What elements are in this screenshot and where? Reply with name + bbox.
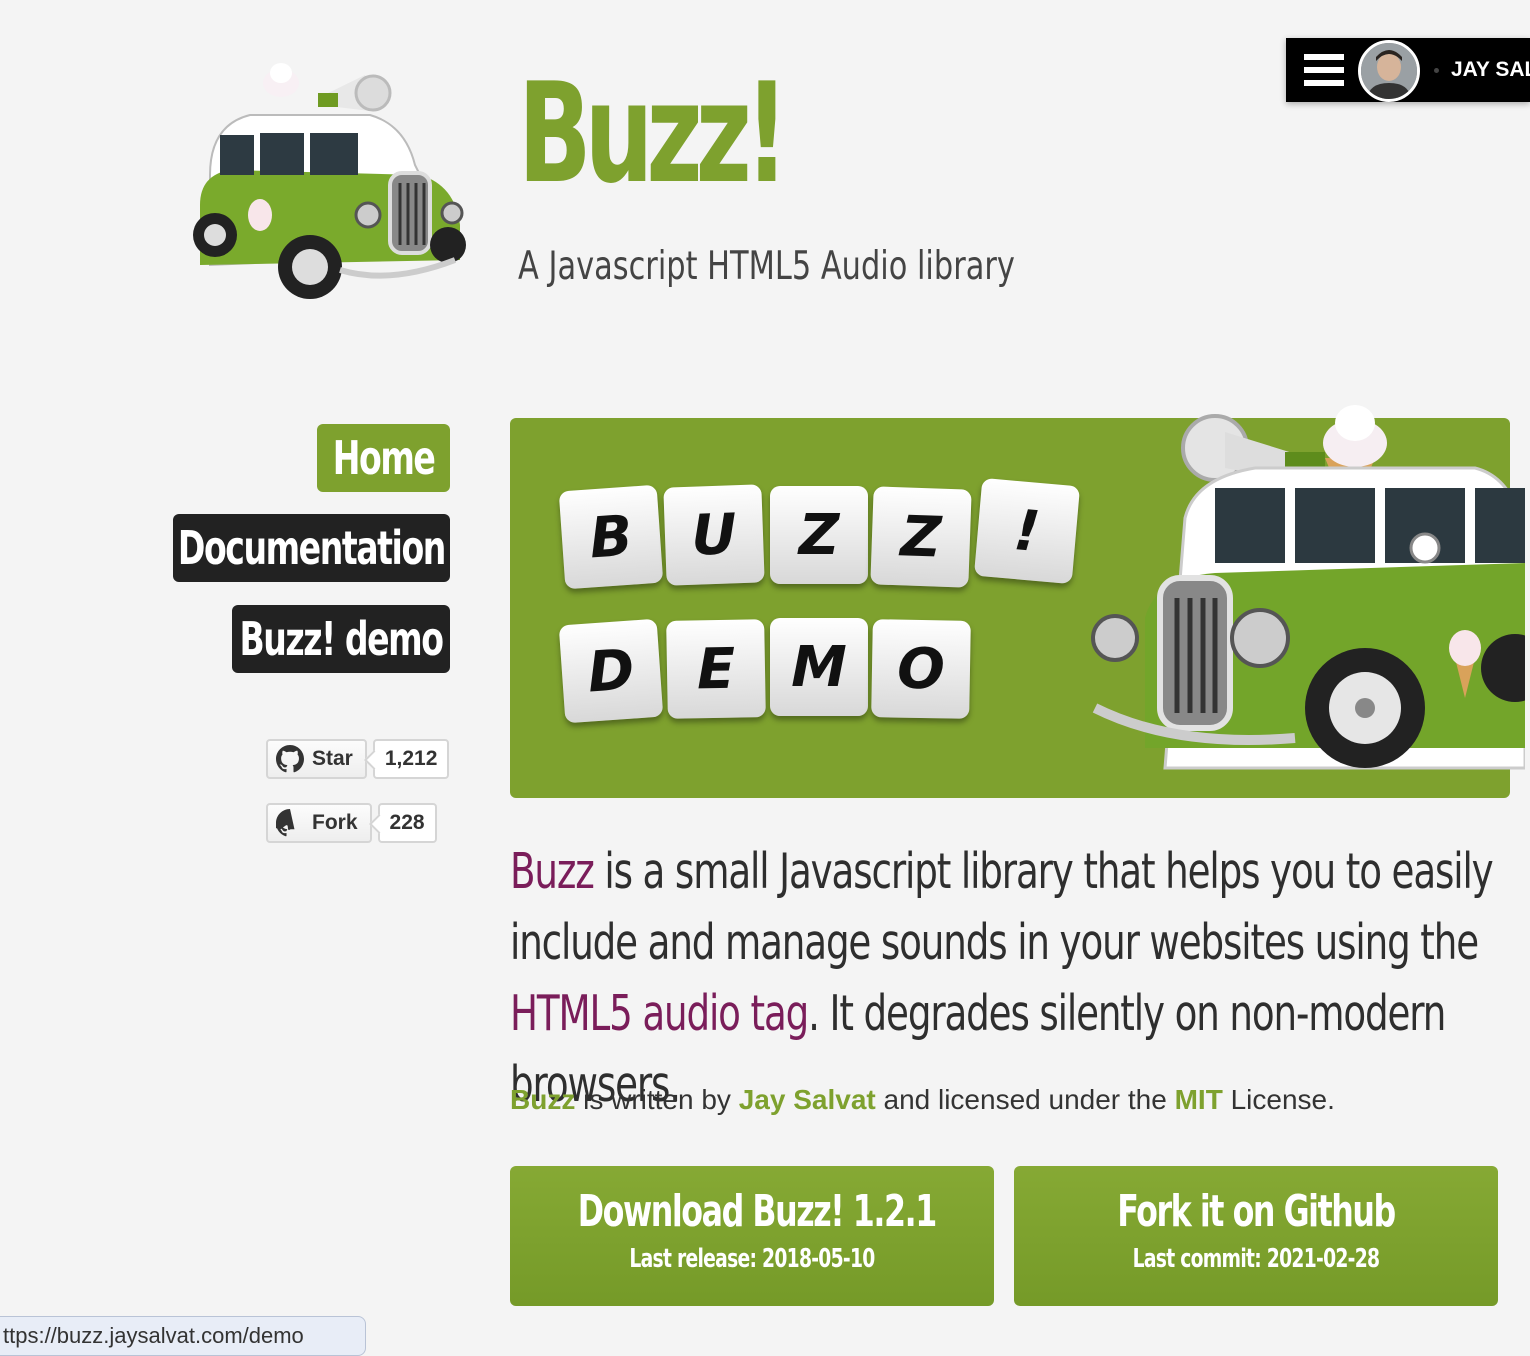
github-fork-count[interactable]: 228: [377, 803, 437, 843]
author-name-link[interactable]: JAY SAL: [1451, 58, 1530, 82]
letter-tile: M: [770, 618, 868, 716]
download-button-subtitle: Last release: 2018-05-10: [629, 1244, 875, 1274]
letter-tile: Z: [870, 486, 972, 588]
nav-buzz-demo-label: Buzz! demo: [239, 612, 443, 666]
credits-line: Buzz is written by Jay Salvat and licens…: [510, 1084, 1335, 1116]
logo-van-image: [190, 55, 470, 305]
author-bar: JAY SAL: [1286, 38, 1530, 102]
credits-text-3: License.: [1222, 1084, 1335, 1115]
author-link[interactable]: Jay Salvat: [739, 1084, 876, 1115]
fork-github-button[interactable]: Fork it on Github Last commit: 2021-02-2…: [1014, 1166, 1498, 1306]
intro-paragraph: Buzz is a small Javascript library that …: [510, 836, 1498, 1120]
letter-tile: U: [663, 484, 765, 586]
banner-van-image: [1055, 388, 1530, 808]
buzz-demo-banner[interactable]: B U Z Z ! D E M O: [510, 405, 1530, 798]
status-bar-url: ttps://buzz.jaysalvat.com/demo: [0, 1316, 366, 1356]
github-fork-label: Fork: [312, 811, 358, 834]
github-fork-widget: Fork 228: [266, 803, 437, 843]
nav-home[interactable]: Home: [317, 424, 450, 492]
hamburger-icon[interactable]: [1304, 54, 1344, 86]
download-button[interactable]: Download Buzz! 1.2.1 Last release: 2018-…: [510, 1166, 994, 1306]
github-star-label: Star: [312, 747, 353, 770]
letter-tile: B: [558, 484, 664, 590]
fork-button-subtitle: Last commit: 2021-02-28: [1132, 1244, 1380, 1274]
github-icon: [276, 809, 295, 837]
github-fork-button[interactable]: Fork: [266, 803, 372, 843]
download-button-title: Download Buzz! 1.2.1: [577, 1186, 937, 1237]
nav-documentation[interactable]: Documentation: [173, 514, 450, 582]
github-star-button[interactable]: Star: [266, 739, 367, 779]
site-subtitle: A Javascript HTML5 Audio library: [518, 244, 1015, 289]
nav-buzz-demo[interactable]: Buzz! demo: [232, 605, 450, 673]
site-title: Buzz!: [518, 53, 789, 214]
letter-tile: E: [666, 619, 766, 719]
github-icon: [276, 745, 304, 773]
intro-text-1: is a small Javascript library that helps…: [510, 843, 1494, 971]
credits-text-2: and licensed under the: [875, 1084, 1175, 1115]
letter-tile: O: [871, 619, 971, 719]
github-star-widget: Star 1,212: [266, 739, 450, 779]
letter-tile: Z: [770, 486, 868, 584]
letter-tile: D: [558, 618, 664, 724]
mit-license-link[interactable]: MIT: [1175, 1084, 1223, 1115]
fork-button-title: Fork it on Github: [1117, 1186, 1396, 1237]
buzz-link[interactable]: Buzz: [510, 843, 595, 900]
credits-text-1: is written by: [575, 1084, 739, 1115]
html5-audio-link[interactable]: HTML5 audio tag: [510, 985, 809, 1042]
separator-dot: [1434, 68, 1439, 73]
avatar[interactable]: [1358, 40, 1420, 102]
nav-home-label: Home: [332, 431, 436, 485]
nav-documentation-label: Documentation: [178, 521, 446, 575]
github-star-count[interactable]: 1,212: [372, 739, 450, 779]
credits-buzz-link[interactable]: Buzz: [510, 1084, 575, 1115]
